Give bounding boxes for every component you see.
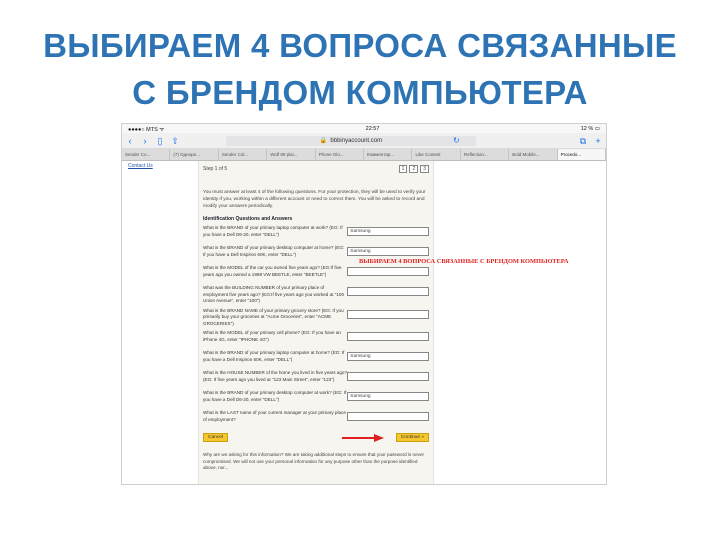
question-row: What is the BRAND of your primary deskto…: [203, 390, 429, 407]
continue-button[interactable]: Continue »: [395, 433, 429, 442]
question-text: What is the HOUSE NUMBER of the home you…: [203, 370, 347, 382]
question-row: What is the MODEL of your primary cell p…: [203, 330, 429, 347]
red-arrow-icon: [342, 434, 384, 442]
browser-tab-active[interactable]: Procedo...: [557, 149, 606, 160]
page-1-button[interactable]: 1: [398, 165, 408, 173]
question-text: What is the MODEL of your primary cell p…: [203, 330, 341, 342]
browser-tab[interactable]: (7) Одноре...: [170, 149, 219, 160]
step-indicator: Step 1 of 5 1 2 3: [203, 165, 429, 173]
answer-input[interactable]: [347, 287, 429, 296]
right-column: [434, 161, 606, 484]
security-questions-form: Step 1 of 5 1 2 3 You must answer at lea…: [198, 161, 569, 484]
question-text: What was the BUILDING NUMBER of your pri…: [203, 285, 345, 303]
footer-note: Why are we asking for this information? …: [203, 452, 425, 470]
lock-icon: 🔒: [319, 138, 328, 144]
question-row: What is the MODEL of the car you owned f…: [203, 265, 429, 282]
question-text: What is the MODEL of the car you owned f…: [203, 265, 342, 277]
answer-input[interactable]: [347, 412, 429, 421]
page-2-button[interactable]: 2: [409, 165, 419, 173]
answer-input[interactable]: Samsung: [347, 352, 429, 361]
question-text: What is the BRAND of your primary laptop…: [203, 350, 345, 362]
carrier-signal: ●●●●○ MTS ᯤ: [128, 126, 165, 133]
browser-tab[interactable]: Reflection...: [461, 149, 510, 160]
browser-tab[interactable]: Wolf 89 plai...: [267, 149, 316, 160]
answer-input[interactable]: Samsung: [347, 247, 429, 256]
question-row: What is the BRAND of your primary laptop…: [203, 225, 429, 242]
answer-input[interactable]: Samsung: [347, 227, 429, 236]
question-row: What is the BRAND of your primary laptop…: [203, 350, 429, 367]
section-title: Identification Questions and Answers: [203, 216, 293, 222]
question-text: What is the BRAND of your primary deskto…: [203, 245, 345, 257]
question-text: What is the BRAND NAME of your primary g…: [203, 307, 344, 326]
cancel-button[interactable]: Cancel: [203, 433, 228, 442]
tab-strip: Sender Co... (7) Одноре... Sender Col...…: [122, 149, 606, 161]
answer-input[interactable]: [347, 267, 429, 276]
answer-input[interactable]: [347, 309, 429, 319]
left-column: Contact Us: [122, 161, 198, 484]
question-row: What was the BUILDING NUMBER of your pri…: [203, 285, 429, 305]
browser-tab[interactable]: Sender Co...: [122, 149, 171, 160]
share-icon[interactable]: ⇧: [171, 135, 179, 147]
page-3-button[interactable]: 3: [420, 165, 429, 173]
question-text: What is the LAST name of your current ma…: [203, 410, 346, 422]
question-row: What is the LAST name of your current ma…: [203, 410, 429, 427]
intro-text: You must answer at least 4 of the follow…: [203, 190, 426, 209]
battery-indicator: 12 % ▭: [580, 125, 600, 132]
browser-tab[interactable]: Sender Col...: [219, 149, 268, 160]
new-tab-icon[interactable]: +: [594, 135, 602, 147]
back-icon[interactable]: ‹: [126, 135, 134, 147]
browser-tab[interactable]: Bold Mobile...: [509, 149, 558, 160]
browser-tab[interactable]: Phone Glo...: [316, 149, 365, 160]
tabs-icon[interactable]: ⧉: [579, 135, 587, 147]
forward-icon[interactable]: ›: [141, 135, 149, 147]
answer-input[interactable]: Samsung: [347, 392, 429, 401]
question-text: What is the BRAND of your primary deskto…: [203, 390, 347, 402]
reload-icon[interactable]: ↻: [453, 136, 460, 145]
step-label: Step 1 of 5: [203, 166, 228, 172]
question-text: What is the BRAND of your primary laptop…: [203, 225, 343, 237]
status-bar: ●●●●○ MTS ᯤ 22:57 12 % ▭: [122, 124, 606, 133]
question-row: What is the BRAND NAME of your primary g…: [203, 308, 429, 328]
address-bar[interactable]: 🔒 bbbinyaccount.com: [226, 135, 476, 146]
address-url: bbbinyaccount.com: [330, 137, 383, 144]
web-page: Contact Us Step 1 of 5 1 2 3 You must an…: [122, 161, 606, 484]
slide-title-line-2: С БРЕНДОМ КОМПЬЮТЕРА: [132, 74, 588, 111]
answer-input[interactable]: [347, 332, 429, 341]
status-time: 22:57: [365, 125, 380, 132]
browser-screenshot: ●●●●○ MTS ᯤ 22:57 12 % ▭ ‹ › ▯ ⇧ 🔒 bbbin…: [121, 123, 607, 485]
pager: 1 2 3: [398, 165, 429, 173]
answer-input[interactable]: [347, 372, 429, 381]
red-callout: ВЫБИРАЕМ 4 ВОПРОСА СВЯЗАННЫЕ С БРЕНДОМ К…: [359, 258, 569, 265]
browser-tab[interactable]: Комментар...: [364, 149, 413, 160]
form-actions: Cancel Continue »: [203, 433, 429, 442]
bookmarks-icon[interactable]: ▯: [156, 135, 164, 147]
browser-tab[interactable]: Like Contest: [412, 149, 461, 160]
contact-us-link[interactable]: Contact Us: [122, 161, 198, 171]
question-list: What is the BRAND of your primary laptop…: [203, 225, 429, 427]
question-row: What is the HOUSE NUMBER of the home you…: [203, 370, 429, 387]
browser-toolbar: ‹ › ▯ ⇧ 🔒 bbbinyaccount.com ↻ ⧉ +: [122, 133, 606, 149]
slide-title: ВЫБИРАЕМ 4 ВОПРОСА СВЯЗАННЫЕ С БРЕНДОМ К…: [0, 22, 720, 116]
slide-title-line-1: ВЫБИРАЕМ 4 ВОПРОСА СВЯЗАННЫЕ: [43, 27, 677, 64]
